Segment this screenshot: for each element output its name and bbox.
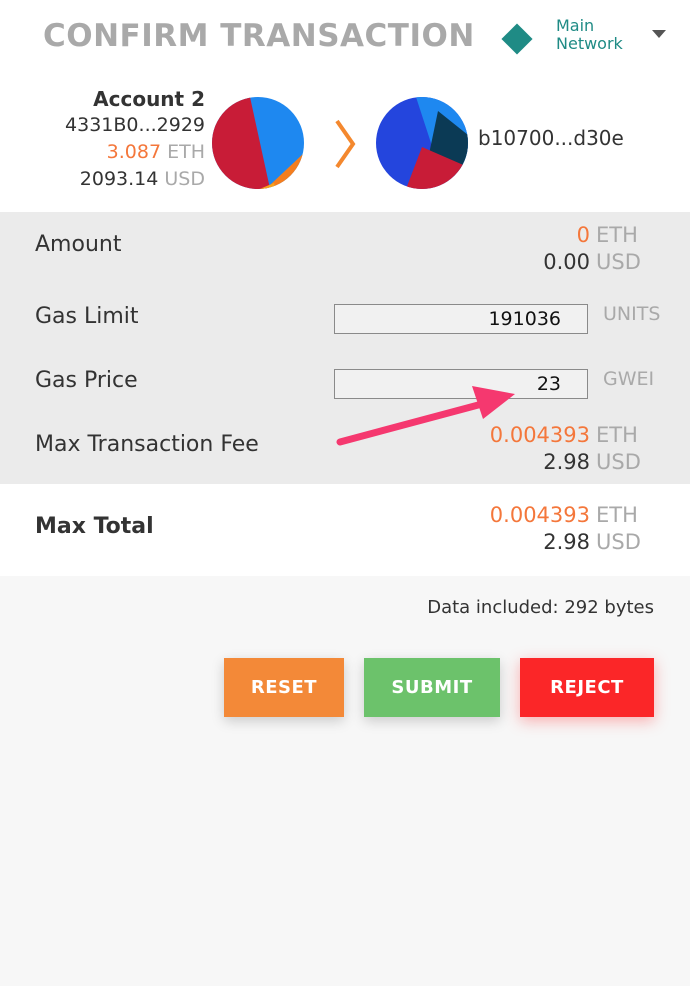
max-fee-usd: 2.98 [543,450,590,474]
network-selector[interactable]: Main Network [500,16,680,60]
from-usd-unit: USD [164,168,205,190]
from-account-info: Account 2 4331B0...2929 3.087 ETH 2093.1… [0,86,205,193]
page-title: CONFIRM TRANSACTION [43,18,475,54]
max-total-usd: 2.98 [543,530,590,554]
amount-usd: 0.00 [543,250,590,274]
caret-down-icon [652,30,666,38]
from-balance-eth: 3.087 [106,141,162,163]
gas-price-label: Gas Price [35,368,138,393]
gas-limit-label: Gas Limit [35,304,139,329]
data-included-note: Data included: 292 bytes [427,597,654,618]
max-total-eth: 0.004393 [489,503,590,527]
account-summary: Account 2 4331B0...2929 3.087 ETH 2093.1… [0,80,690,212]
amount-usd-unit: USD [596,250,641,274]
submit-button[interactable]: SUBMIT [364,658,500,717]
from-eth-unit: ETH [167,141,205,163]
network-label-line1: Main [556,16,595,35]
from-account-eth: 3.087 ETH [0,139,205,166]
from-account-usd: 2093.14 USD [0,166,205,193]
max-fee-eth: 0.004393 [489,423,590,447]
gas-price-unit: GWEI [603,368,655,390]
max-fee-value: 0.004393 ETH 2.98 USD [490,422,654,476]
header: CONFIRM TRANSACTION Main Network [0,0,690,80]
to-identicon [376,97,468,189]
to-account-address: b10700...d30e [478,126,624,150]
amount-eth-unit: ETH [596,223,638,247]
transaction-details: Amount 0 ETH 0.00 USD Gas Limit 191036 UNI… [0,212,690,484]
chevron-right-icon [335,119,356,169]
gas-limit-unit: UNITS [603,303,661,325]
max-total-row: Max Total 0.004393 ETH 2.98 USD [0,484,690,576]
gas-price-input[interactable]: 23 [334,369,588,399]
amount-value: 0 ETH 0.00 USD [543,222,654,276]
max-total-usd-unit: USD [596,530,641,554]
reject-button[interactable]: REJECT [520,658,654,717]
amount-eth: 0 [576,223,590,247]
max-fee-label: Max Transaction Fee [35,432,259,457]
from-balance-usd: 2093.14 [79,168,159,190]
from-account-name: Account 2 [93,87,205,111]
network-label-line2: Network [556,34,623,53]
max-total-value: 0.004393 ETH 2.98 USD [490,502,654,556]
reset-button[interactable]: RESET [224,658,344,717]
from-identicon [212,97,304,189]
network-label: Main Network [556,17,623,53]
max-fee-usd-unit: USD [596,450,641,474]
diamond-icon [501,23,533,55]
max-total-label: Max Total [35,514,154,539]
gas-limit-input[interactable]: 191036 [334,304,588,334]
amount-label: Amount [35,232,122,257]
max-fee-eth-unit: ETH [596,423,638,447]
max-total-eth-unit: ETH [596,503,638,527]
from-account-address: 4331B0...2929 [65,114,205,136]
